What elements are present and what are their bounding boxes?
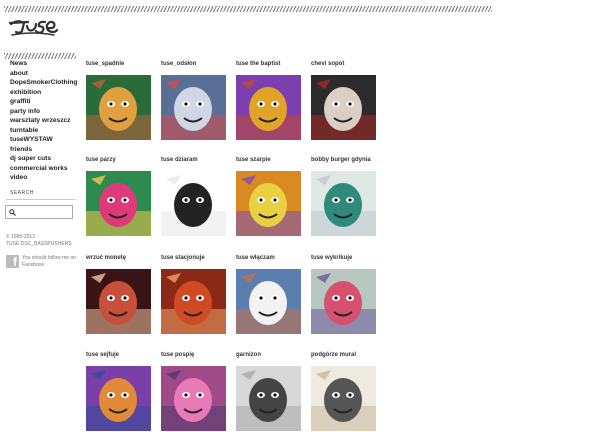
search-label: SEARCH: [10, 190, 34, 196]
gallery-caption[interactable]: tuse szarpie: [236, 157, 271, 163]
ship-mural-thumbnail[interactable]: [311, 171, 376, 236]
nav-item[interactable]: DopeSmokerClothing: [10, 78, 77, 88]
copyright-owner: TUSE DSC_BASSPUSHERS: [6, 240, 72, 247]
gallery-item[interactable]: tuse sejfuje: [86, 352, 152, 432]
gallery-item[interactable]: tuse stacjonuje: [161, 255, 227, 335]
nav-item[interactable]: commercial works: [10, 164, 77, 174]
glasses-face-thumbnail[interactable]: [86, 366, 151, 431]
mural-faces-thumbnail[interactable]: [311, 366, 376, 431]
marilyn-portrait-thumbnail[interactable]: [311, 75, 376, 140]
gallery-item[interactable]: chevi sopot: [311, 61, 377, 141]
gallery-item[interactable]: tuse szarpie: [236, 157, 302, 237]
nav-item[interactable]: friends: [10, 145, 77, 155]
cartoon-sketch-thumbnail[interactable]: [161, 171, 226, 236]
gallery-caption[interactable]: wrzuć monetę: [86, 255, 126, 261]
gallery-caption[interactable]: tuse sejfuje: [86, 352, 119, 358]
wall-painting-thumbnail[interactable]: [161, 75, 226, 140]
nav-item[interactable]: News: [10, 59, 77, 69]
nav-item[interactable]: dj super cuts: [10, 154, 77, 164]
tuse-logo-icon: [8, 20, 59, 36]
face-portrait-thumbnail[interactable]: [236, 75, 301, 140]
gallery-caption[interactable]: tuse_spadnie: [86, 61, 124, 67]
gallery-caption[interactable]: tuse pospię: [161, 352, 194, 358]
grinning-face-mural-thumbnail[interactable]: [86, 75, 151, 140]
tuse-logo[interactable]: [8, 16, 59, 43]
gallery-caption[interactable]: chevi sopot: [311, 61, 344, 67]
gallery-caption[interactable]: tuse wykrikuje: [311, 255, 352, 261]
nav-item[interactable]: turntable: [10, 126, 77, 136]
gallery-item[interactable]: tuse dziaram: [161, 157, 227, 237]
woman-portrait-thumbnail[interactable]: [86, 269, 151, 334]
search-divider: [6, 199, 76, 200]
facebook-follow-link[interactable]: You should follow me on Facebook: [22, 255, 78, 269]
gallery-item[interactable]: tuse_odsłon: [161, 61, 227, 141]
gallery-item[interactable]: tuse parzy: [86, 157, 152, 237]
nav-item[interactable]: about: [10, 69, 77, 79]
nav-item[interactable]: graffiti: [10, 97, 77, 107]
search-input[interactable]: [17, 207, 71, 217]
cartoon-sticker-thumbnail[interactable]: [236, 171, 301, 236]
sidebar-nav: News about DopeSmokerClothing exhibition gra…: [10, 59, 77, 183]
gallery-item[interactable]: tuse pospię: [161, 352, 227, 432]
gallery-caption[interactable]: podgórze mural: [311, 352, 356, 358]
gallery-item[interactable]: wrzuć monetę: [86, 255, 152, 335]
top-hatch-divider: [4, 6, 492, 12]
gallery-item[interactable]: tuse włączam: [236, 255, 302, 335]
gallery-caption[interactable]: tuse parzy: [86, 157, 116, 163]
gallery-caption[interactable]: garnizon: [236, 352, 261, 358]
search-icon[interactable]: [9, 209, 16, 216]
pink-face-thumbnail[interactable]: [161, 366, 226, 431]
gallery-caption[interactable]: tuse stacjonuje: [161, 255, 205, 261]
gallery-caption[interactable]: tuse włączam: [236, 255, 275, 261]
screaming-face-thumbnail[interactable]: [311, 269, 376, 334]
search-box[interactable]: [5, 205, 73, 219]
face-closeup-thumbnail[interactable]: [161, 269, 226, 334]
gallery-item[interactable]: podgórze mural: [311, 352, 377, 432]
nav-item[interactable]: party info: [10, 107, 77, 117]
gallery-caption[interactable]: tuse the baptist: [236, 61, 280, 67]
nav-item[interactable]: tuseWYSTAW: [10, 135, 77, 145]
gallery-item[interactable]: bobby burger gdynia: [311, 157, 377, 237]
gallery-caption[interactable]: tuse_odsłon: [161, 61, 196, 67]
nav-item[interactable]: warsztaty wrzeszcz: [10, 116, 77, 126]
old-man-portrait-thumbnail[interactable]: [236, 269, 301, 334]
nav-item[interactable]: exhibition: [10, 88, 77, 98]
copyright: © 1995-2012 TUSE DSC_BASSPUSHERS: [6, 234, 72, 247]
gallery-item[interactable]: tuse wykrikuje: [311, 255, 377, 335]
gallery-caption[interactable]: tuse dziaram: [161, 157, 198, 163]
nav-item[interactable]: video: [10, 173, 77, 183]
facebook-icon[interactable]: f: [6, 255, 19, 268]
sketch-portrait-thumbnail[interactable]: [236, 366, 301, 431]
gallery-item[interactable]: garnizon: [236, 352, 302, 432]
gallery-item[interactable]: tuse the baptist: [236, 61, 302, 141]
cartoon-character-thumbnail[interactable]: [86, 171, 151, 236]
gallery-item[interactable]: tuse_spadnie: [86, 61, 152, 141]
gallery-caption[interactable]: bobby burger gdynia: [311, 157, 371, 163]
